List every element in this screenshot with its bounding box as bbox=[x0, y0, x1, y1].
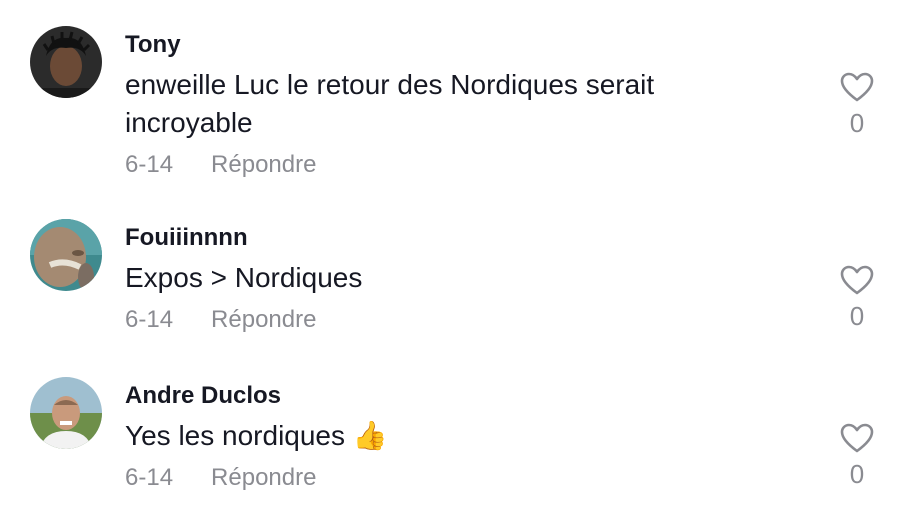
comment-text: Yes les nordiques 👍 bbox=[125, 417, 815, 455]
heart-outline-icon bbox=[840, 423, 874, 453]
comment-date: 6-14 bbox=[125, 306, 174, 333]
like-count: 0 bbox=[849, 301, 865, 331]
like-button[interactable]: 0 bbox=[832, 72, 882, 138]
comment-text: enweille Luc le retour des Nordiques ser… bbox=[125, 69, 655, 138]
comment-date: 6-14 bbox=[125, 151, 174, 178]
comment-text: Expos > Nordiques bbox=[125, 262, 363, 293]
like-button[interactable]: 0 bbox=[832, 265, 882, 331]
avatar[interactable] bbox=[30, 219, 102, 291]
username[interactable]: Tony bbox=[125, 30, 815, 60]
reply-button[interactable]: Répondre bbox=[211, 463, 316, 493]
username[interactable]: Fouiiinnnn bbox=[125, 223, 815, 253]
heart-outline-icon bbox=[840, 72, 874, 102]
username[interactable]: Andre Duclos bbox=[125, 381, 815, 411]
reply-button[interactable]: Répondre bbox=[211, 305, 316, 335]
like-button[interactable]: 0 bbox=[832, 423, 882, 489]
comment-text-content: Yes les nordiques bbox=[125, 420, 346, 451]
avatar[interactable] bbox=[30, 377, 102, 449]
comment-date: 6-14 bbox=[125, 464, 174, 491]
reply-button[interactable]: Répondre bbox=[211, 150, 316, 180]
like-count: 0 bbox=[849, 108, 865, 138]
avatar[interactable] bbox=[30, 26, 102, 98]
thumbs-up-emoji: 👍 bbox=[352, 419, 388, 452]
heart-outline-icon bbox=[840, 265, 874, 295]
like-count: 0 bbox=[849, 459, 865, 489]
